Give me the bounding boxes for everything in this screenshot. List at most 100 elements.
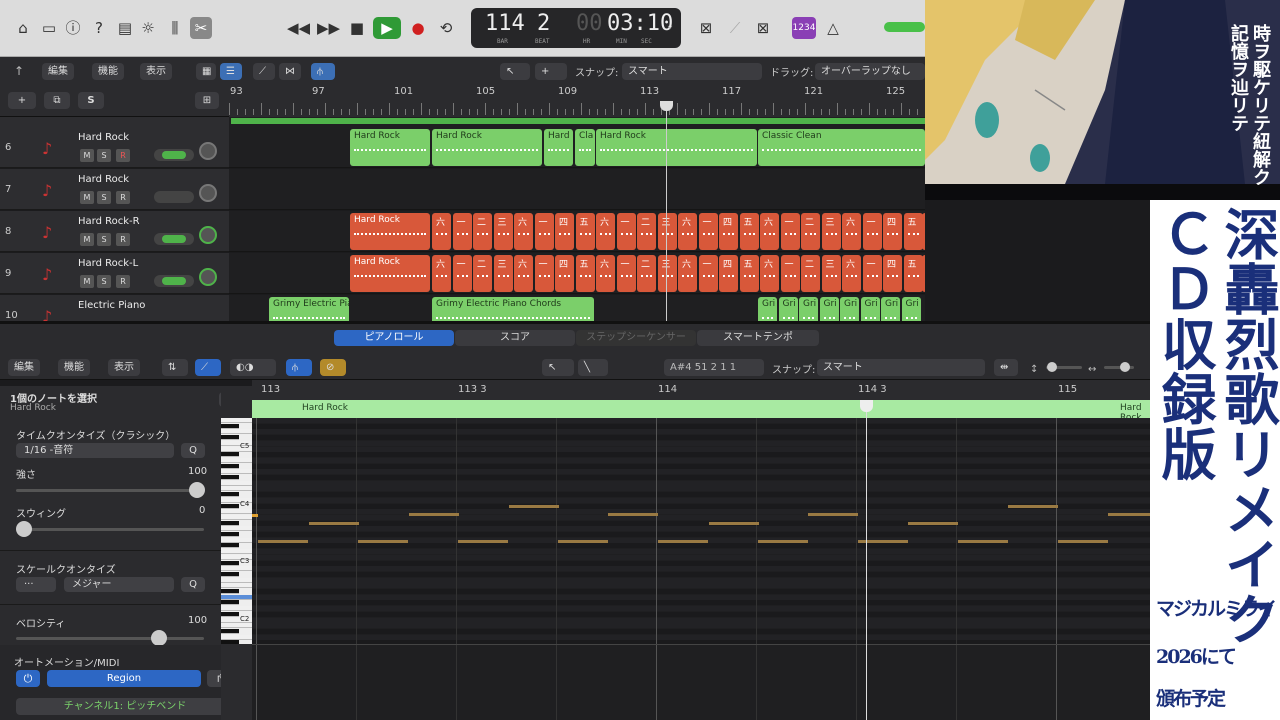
piano-key[interactable] xyxy=(221,475,239,480)
tab-piano-roll[interactable]: ピアノロール xyxy=(334,330,454,346)
mute-button[interactable]: M xyxy=(80,233,94,246)
region[interactable]: 四 xyxy=(719,255,738,292)
pointer-tool-icon[interactable]: ↖ xyxy=(500,63,530,80)
region[interactable]: 五 xyxy=(903,213,923,250)
piano-key[interactable] xyxy=(221,463,239,469)
region[interactable]: 四 xyxy=(555,255,574,292)
mute-button[interactable]: M xyxy=(80,275,94,288)
global-region[interactable] xyxy=(231,118,925,124)
piano-key[interactable] xyxy=(221,628,239,634)
flex-icon[interactable]: ⋈ xyxy=(279,63,301,80)
track-header[interactable]: 6 ♪ Hard Rock M S R xyxy=(0,127,229,168)
piano-roll-ruler[interactable]: 113 113 3 114 114 3 115 xyxy=(252,380,1150,400)
midi-note[interactable] xyxy=(1058,540,1108,543)
piano-key[interactable] xyxy=(221,435,239,441)
count-in-button[interactable]: 1234 xyxy=(792,17,816,39)
drag-select[interactable]: オーバーラップなし xyxy=(815,63,925,80)
midi-note[interactable] xyxy=(358,540,408,543)
pr-view-menu[interactable]: 表示 xyxy=(108,359,140,376)
solo-button[interactable]: S xyxy=(97,275,111,288)
list-view-icon[interactable]: ☰ xyxy=(220,63,242,80)
region-icon[interactable]: ⊞ xyxy=(195,92,219,109)
track-header[interactable]: 10 ♪ Electric Piano xyxy=(0,295,229,321)
pr-pointer-icon[interactable]: ↖ xyxy=(542,359,574,376)
volume-slider[interactable] xyxy=(154,233,194,245)
piano-key[interactable] xyxy=(221,423,239,429)
piano-keyboard[interactable]: C5 C4 C3 C2 xyxy=(221,418,252,644)
play-button[interactable]: ▶ xyxy=(373,17,401,39)
stop-button[interactable]: ■ xyxy=(346,17,368,39)
region[interactable]: Hard Rock xyxy=(350,129,430,166)
midi-note[interactable] xyxy=(958,540,1008,543)
region[interactable]: 一 xyxy=(452,255,472,292)
piano-key[interactable] xyxy=(221,600,239,606)
region[interactable]: Hard Rock xyxy=(432,129,542,166)
region[interactable]: 一 xyxy=(452,213,472,250)
region[interactable]: 二 xyxy=(801,213,820,250)
lcd-display[interactable]: 114 2 00 03:10 BAR BEAT HR MIN SEC ⌄ xyxy=(471,8,681,48)
midi-note[interactable] xyxy=(1008,505,1058,508)
region[interactable]: 一 xyxy=(698,255,718,292)
piano-key[interactable] xyxy=(221,634,252,640)
region[interactable]: Gri xyxy=(778,297,798,321)
region[interactable]: 五 xyxy=(575,255,595,292)
region[interactable]: 二 xyxy=(473,213,492,250)
region[interactable]: Gri xyxy=(881,297,900,321)
piano-key[interactable] xyxy=(221,543,239,549)
catch-icon[interactable]: ⫛ xyxy=(311,63,335,80)
add-track-button[interactable]: + xyxy=(8,92,36,109)
record-enable-button[interactable]: R xyxy=(116,275,130,288)
region[interactable]: Hard Rock xyxy=(350,255,430,292)
pan-knob[interactable] xyxy=(199,268,217,286)
piano-key[interactable] xyxy=(221,583,252,589)
link-icon[interactable]: ⊘ xyxy=(320,359,346,376)
region[interactable]: 四 xyxy=(883,213,902,250)
playhead[interactable] xyxy=(666,104,667,321)
scale-type-select[interactable]: メジャー xyxy=(64,577,174,592)
function-menu[interactable]: 機能 xyxy=(92,63,124,80)
region[interactable]: 三 xyxy=(821,255,841,292)
midi-note[interactable] xyxy=(908,522,958,525)
info-icon[interactable]: ⓘ xyxy=(62,17,84,39)
mute-button[interactable]: M xyxy=(80,191,94,204)
s-button[interactable]: S xyxy=(78,92,104,109)
collapse-icon[interactable]: ⇅ xyxy=(162,359,188,376)
region[interactable]: Gri xyxy=(860,297,880,321)
midi-note[interactable] xyxy=(558,540,608,543)
piano-key[interactable] xyxy=(221,623,252,629)
back-icon[interactable]: ↑ xyxy=(14,64,24,78)
track-lane[interactable]: Hard Rock Hard Rock Hard Cla Hard Rock Classi… xyxy=(229,127,925,168)
region[interactable]: 六 xyxy=(678,255,697,292)
piano-key[interactable] xyxy=(221,532,239,537)
midi-note[interactable] xyxy=(458,540,508,543)
pan-knob[interactable] xyxy=(199,226,217,244)
channel-select[interactable]: チャンネル1: ピッチベンド xyxy=(16,698,234,715)
midi-note[interactable] xyxy=(808,513,858,516)
snap-select[interactable]: スマート xyxy=(622,63,762,80)
track-lane[interactable]: Hard Rock六一二三六一四五六一二三六一四五六一二三六一四五Hard Ro… xyxy=(229,211,925,252)
volume-slider[interactable] xyxy=(154,275,194,287)
region[interactable]: Gri xyxy=(819,297,839,321)
catch-pr-icon[interactable]: ⫛ xyxy=(286,359,312,376)
region[interactable]: 一 xyxy=(780,255,800,292)
punch-icon[interactable]: ⊠ xyxy=(752,17,774,39)
region[interactable]: 一 xyxy=(616,213,636,250)
piano-key[interactable] xyxy=(221,429,252,435)
track-lane[interactable] xyxy=(229,169,925,210)
piano-key[interactable] xyxy=(221,492,239,498)
track-lane[interactable]: Grimy Electric Pia Grimy Electric Piano C… xyxy=(229,295,925,321)
region[interactable]: Gri xyxy=(758,297,777,321)
inbox-icon[interactable]: ▭ xyxy=(38,17,60,39)
velocity-slider[interactable] xyxy=(16,637,204,640)
piano-key[interactable] xyxy=(221,418,252,423)
region[interactable]: Hard Rock xyxy=(922,255,925,292)
rewind-button[interactable]: ◀◀ xyxy=(287,17,310,39)
region[interactable]: Hard xyxy=(544,129,573,166)
pr-function-menu[interactable]: 機能 xyxy=(58,359,90,376)
region[interactable]: 五 xyxy=(575,213,595,250)
midi-note[interactable] xyxy=(409,513,459,516)
solo-button[interactable]: S xyxy=(97,191,111,204)
view-menu[interactable]: 表示 xyxy=(140,63,172,80)
midi-note[interactable] xyxy=(1108,513,1150,516)
piano-key[interactable] xyxy=(221,549,252,555)
